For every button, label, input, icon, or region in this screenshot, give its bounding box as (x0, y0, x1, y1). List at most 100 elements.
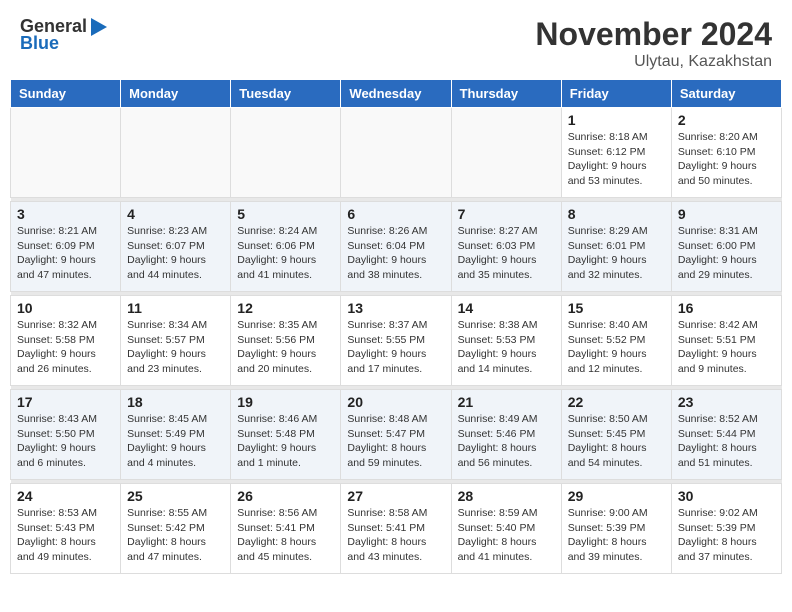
calendar-week-row: 10 Sunrise: 8:32 AM Sunset: 5:58 PM Dayli… (11, 296, 782, 386)
day-number: 30 (678, 488, 775, 504)
day-number: 2 (678, 112, 775, 128)
day-number: 29 (568, 488, 665, 504)
day-number: 12 (237, 300, 334, 316)
cell-info: Sunrise: 9:00 AM Sunset: 5:39 PM Dayligh… (568, 506, 665, 565)
cell-info: Sunrise: 8:23 AM Sunset: 6:07 PM Dayligh… (127, 224, 224, 283)
title-section: November 2024 Ulytau, Kazakhstan (535, 16, 772, 71)
day-number: 5 (237, 206, 334, 222)
header-monday: Monday (121, 80, 231, 108)
calendar-cell: 18 Sunrise: 8:45 AM Sunset: 5:49 PM Dayli… (121, 390, 231, 480)
day-number: 4 (127, 206, 224, 222)
day-number: 10 (17, 300, 114, 316)
day-number: 20 (347, 394, 444, 410)
day-number: 18 (127, 394, 224, 410)
cell-info: Sunrise: 8:27 AM Sunset: 6:03 PM Dayligh… (458, 224, 555, 283)
logo: General Blue (20, 16, 107, 54)
day-number: 14 (458, 300, 555, 316)
cell-info: Sunrise: 8:21 AM Sunset: 6:09 PM Dayligh… (17, 224, 114, 283)
header-sunday: Sunday (11, 80, 121, 108)
cell-info: Sunrise: 8:34 AM Sunset: 5:57 PM Dayligh… (127, 318, 224, 377)
month-title: November 2024 (535, 16, 772, 53)
day-number: 19 (237, 394, 334, 410)
calendar-cell: 13 Sunrise: 8:37 AM Sunset: 5:55 PM Dayli… (341, 296, 451, 386)
day-number: 25 (127, 488, 224, 504)
calendar-cell: 10 Sunrise: 8:32 AM Sunset: 5:58 PM Dayli… (11, 296, 121, 386)
calendar-week-row: 17 Sunrise: 8:43 AM Sunset: 5:50 PM Dayli… (11, 390, 782, 480)
cell-info: Sunrise: 8:50 AM Sunset: 5:45 PM Dayligh… (568, 412, 665, 471)
calendar-cell: 28 Sunrise: 8:59 AM Sunset: 5:40 PM Dayli… (451, 484, 561, 574)
day-number: 28 (458, 488, 555, 504)
cell-info: Sunrise: 8:38 AM Sunset: 5:53 PM Dayligh… (458, 318, 555, 377)
cell-info: Sunrise: 8:31 AM Sunset: 6:00 PM Dayligh… (678, 224, 775, 283)
logo-text-blue: Blue (20, 34, 59, 54)
day-number: 17 (17, 394, 114, 410)
cell-info: Sunrise: 8:42 AM Sunset: 5:51 PM Dayligh… (678, 318, 775, 377)
header-wednesday: Wednesday (341, 80, 451, 108)
day-number: 21 (458, 394, 555, 410)
cell-info: Sunrise: 8:18 AM Sunset: 6:12 PM Dayligh… (568, 130, 665, 189)
calendar-cell: 7Sunrise: 8:27 AM Sunset: 6:03 PM Daylig… (451, 202, 561, 292)
cell-info: Sunrise: 8:53 AM Sunset: 5:43 PM Dayligh… (17, 506, 114, 565)
calendar-cell: 14 Sunrise: 8:38 AM Sunset: 5:53 PM Dayli… (451, 296, 561, 386)
calendar-cell: 19 Sunrise: 8:46 AM Sunset: 5:48 PM Dayli… (231, 390, 341, 480)
header-tuesday: Tuesday (231, 80, 341, 108)
cell-info: Sunrise: 8:49 AM Sunset: 5:46 PM Dayligh… (458, 412, 555, 471)
cell-info: Sunrise: 8:29 AM Sunset: 6:01 PM Dayligh… (568, 224, 665, 283)
calendar-cell: 8 Sunrise: 8:29 AM Sunset: 6:01 PM Daylig… (561, 202, 671, 292)
cell-info: Sunrise: 8:32 AM Sunset: 5:58 PM Dayligh… (17, 318, 114, 377)
logo-triangle-icon (89, 16, 107, 38)
day-number: 16 (678, 300, 775, 316)
calendar-cell: 4 Sunrise: 8:23 AM Sunset: 6:07 PM Daylig… (121, 202, 231, 292)
location: Ulytau, Kazakhstan (535, 53, 772, 71)
day-number: 22 (568, 394, 665, 410)
calendar-cell: 23Sunrise: 8:52 AM Sunset: 5:44 PM Dayli… (671, 390, 781, 480)
calendar-week-row: 24Sunrise: 8:53 AM Sunset: 5:43 PM Dayli… (11, 484, 782, 574)
calendar-cell: 24Sunrise: 8:53 AM Sunset: 5:43 PM Dayli… (11, 484, 121, 574)
header-saturday: Saturday (671, 80, 781, 108)
calendar-week-row: 1 Sunrise: 8:18 AM Sunset: 6:12 PM Daylig… (11, 108, 782, 198)
day-number: 23 (678, 394, 775, 410)
calendar-cell (451, 108, 561, 198)
day-number: 9 (678, 206, 775, 222)
calendar-cell: 16 Sunrise: 8:42 AM Sunset: 5:51 PM Dayli… (671, 296, 781, 386)
calendar-table: Sunday Monday Tuesday Wednesday Thursday… (10, 79, 782, 574)
cell-info: Sunrise: 8:56 AM Sunset: 5:41 PM Dayligh… (237, 506, 334, 565)
cell-info: Sunrise: 8:35 AM Sunset: 5:56 PM Dayligh… (237, 318, 334, 377)
calendar-cell: 5 Sunrise: 8:24 AM Sunset: 6:06 PM Daylig… (231, 202, 341, 292)
cell-info: Sunrise: 8:58 AM Sunset: 5:41 PM Dayligh… (347, 506, 444, 565)
cell-info: Sunrise: 9:02 AM Sunset: 5:39 PM Dayligh… (678, 506, 775, 565)
cell-info: Sunrise: 8:45 AM Sunset: 5:49 PM Dayligh… (127, 412, 224, 471)
cell-info: Sunrise: 8:24 AM Sunset: 6:06 PM Dayligh… (237, 224, 334, 283)
calendar-cell: 12 Sunrise: 8:35 AM Sunset: 5:56 PM Dayli… (231, 296, 341, 386)
calendar-cell: 25Sunrise: 8:55 AM Sunset: 5:42 PM Dayli… (121, 484, 231, 574)
calendar-cell: 29 Sunrise: 9:00 AM Sunset: 5:39 PM Dayli… (561, 484, 671, 574)
day-number: 8 (568, 206, 665, 222)
day-number: 1 (568, 112, 665, 128)
calendar-cell: 30 Sunrise: 9:02 AM Sunset: 5:39 PM Dayli… (671, 484, 781, 574)
calendar-cell: 20 Sunrise: 8:48 AM Sunset: 5:47 PM Dayli… (341, 390, 451, 480)
cell-info: Sunrise: 8:59 AM Sunset: 5:40 PM Dayligh… (458, 506, 555, 565)
calendar-cell: 6 Sunrise: 8:26 AM Sunset: 6:04 PM Daylig… (341, 202, 451, 292)
calendar-cell: 17 Sunrise: 8:43 AM Sunset: 5:50 PM Dayli… (11, 390, 121, 480)
calendar-cell: 9 Sunrise: 8:31 AM Sunset: 6:00 PM Daylig… (671, 202, 781, 292)
cell-info: Sunrise: 8:48 AM Sunset: 5:47 PM Dayligh… (347, 412, 444, 471)
calendar-cell: 15Sunrise: 8:40 AM Sunset: 5:52 PM Dayli… (561, 296, 671, 386)
calendar-cell: 2 Sunrise: 8:20 AM Sunset: 6:10 PM Daylig… (671, 108, 781, 198)
page-header: General Blue November 2024 Ulytau, Kazak… (0, 0, 792, 79)
day-number: 13 (347, 300, 444, 316)
calendar-cell (11, 108, 121, 198)
cell-info: Sunrise: 8:37 AM Sunset: 5:55 PM Dayligh… (347, 318, 444, 377)
header-thursday: Thursday (451, 80, 561, 108)
cell-info: Sunrise: 8:26 AM Sunset: 6:04 PM Dayligh… (347, 224, 444, 283)
calendar-cell: 11Sunrise: 8:34 AM Sunset: 5:57 PM Dayli… (121, 296, 231, 386)
cell-info: Sunrise: 8:43 AM Sunset: 5:50 PM Dayligh… (17, 412, 114, 471)
calendar-cell: 21 Sunrise: 8:49 AM Sunset: 5:46 PM Dayli… (451, 390, 561, 480)
cell-info: Sunrise: 8:20 AM Sunset: 6:10 PM Dayligh… (678, 130, 775, 189)
calendar-cell: 27 Sunrise: 8:58 AM Sunset: 5:41 PM Dayli… (341, 484, 451, 574)
calendar-cell: 1 Sunrise: 8:18 AM Sunset: 6:12 PM Daylig… (561, 108, 671, 198)
calendar-cell (231, 108, 341, 198)
cell-info: Sunrise: 8:46 AM Sunset: 5:48 PM Dayligh… (237, 412, 334, 471)
day-number: 6 (347, 206, 444, 222)
day-header-row: Sunday Monday Tuesday Wednesday Thursday… (11, 80, 782, 108)
day-number: 27 (347, 488, 444, 504)
